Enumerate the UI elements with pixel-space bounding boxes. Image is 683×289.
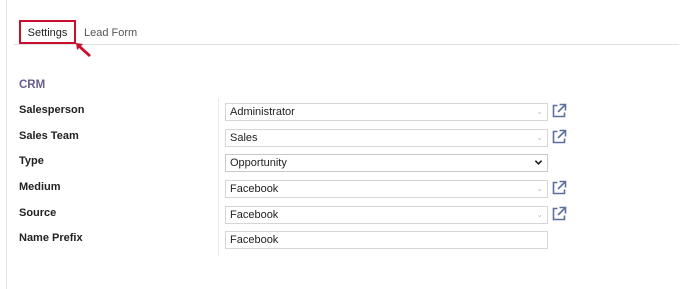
form-column-divider [218,98,219,256]
chevron-down-icon[interactable]: ⌄ [536,130,543,146]
chevron-down-icon[interactable]: ⌄ [536,104,543,120]
chevron-down-icon[interactable]: ⌄ [536,181,543,197]
sales-team-value: Sales [230,132,258,144]
sales-team-field[interactable]: Sales ⌄ [225,129,548,147]
chevron-down-icon[interactable]: ⌄ [536,207,543,223]
chevron-down-icon[interactable] [534,158,543,167]
source-label: Source [19,207,57,219]
external-link-icon[interactable] [551,180,567,196]
panel-left-border [6,0,7,289]
type-value: Opportunity [230,157,287,169]
sales-team-label: Sales Team [19,130,79,142]
medium-value: Facebook [230,183,279,195]
name-prefix-value: Facebook [230,234,279,246]
medium-field[interactable]: Facebook ⌄ [225,180,548,198]
salesperson-field[interactable]: Administrator ⌄ [225,103,548,121]
annotation-arrow-icon [76,43,91,57]
medium-label: Medium [19,181,61,193]
name-prefix-label: Name Prefix [19,232,83,244]
type-select[interactable]: Opportunity [225,154,548,172]
tabs-divider [14,44,679,45]
type-label: Type [19,155,44,167]
source-value: Facebook [230,209,279,221]
external-link-icon[interactable] [551,206,567,222]
name-prefix-input[interactable]: Facebook [225,231,548,249]
external-link-icon[interactable] [551,129,567,145]
external-link-icon[interactable] [551,103,567,119]
salesperson-label: Salesperson [19,104,85,116]
tab-settings[interactable]: Settings [19,20,76,44]
section-title-crm: CRM [19,79,46,91]
source-field[interactable]: Facebook ⌄ [225,206,548,224]
salesperson-value: Administrator [230,106,295,118]
